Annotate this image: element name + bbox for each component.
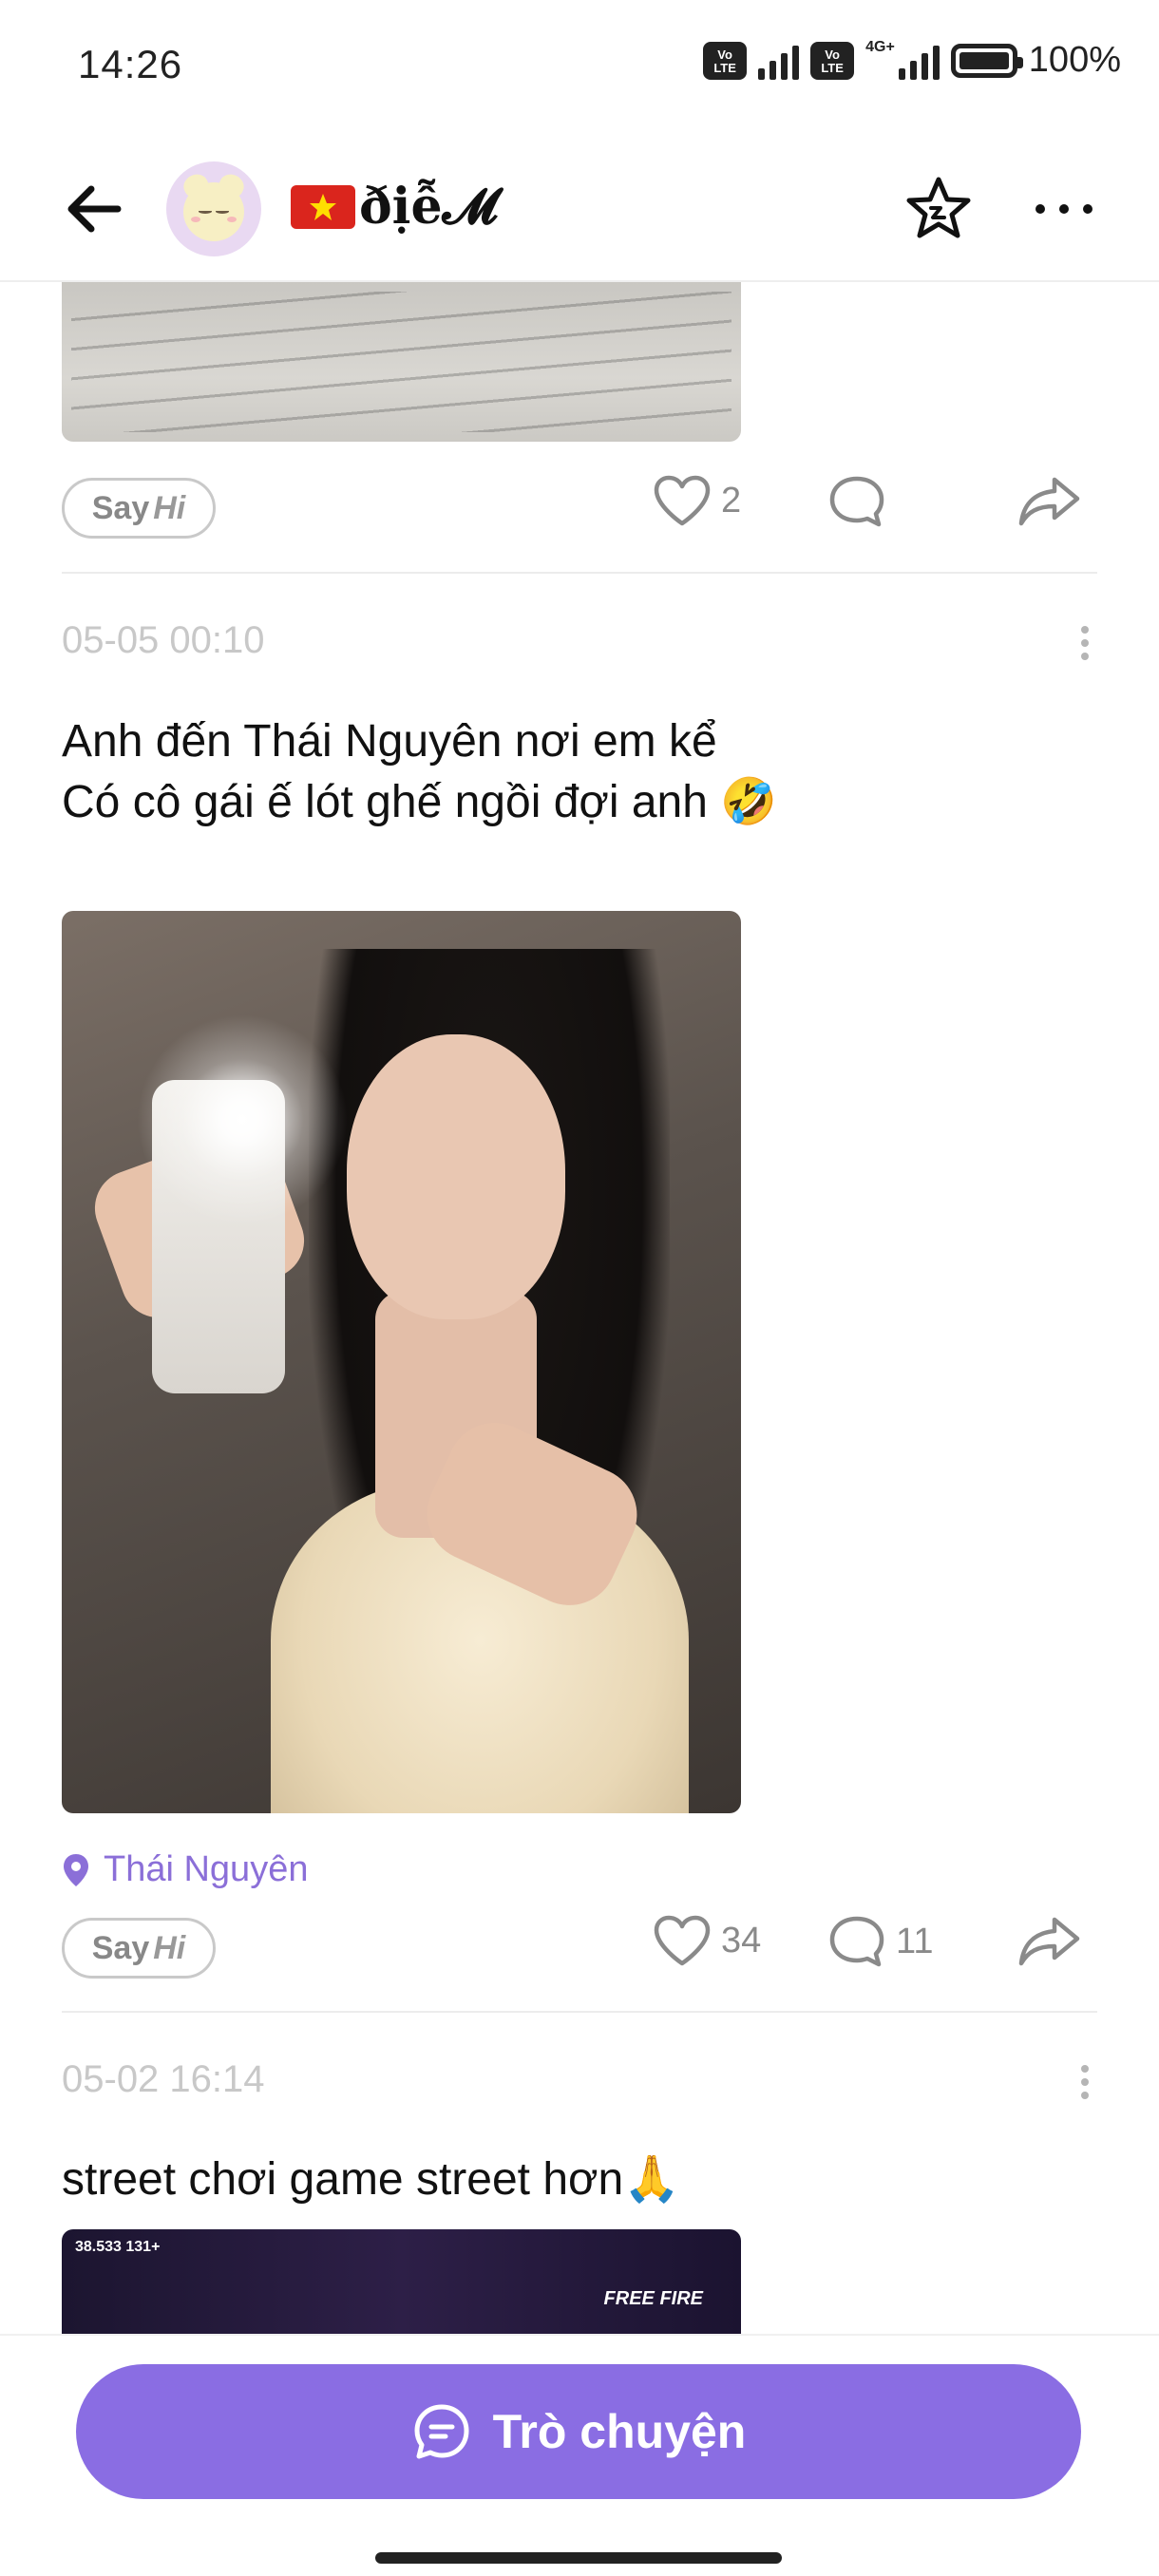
share-button[interactable] xyxy=(1016,1914,1083,1967)
username-text: ðịễ𝓜 xyxy=(359,178,498,236)
post-feed[interactable]: Say Hi 2 05-05 00:10 Anh đến Thái Nguyên … xyxy=(0,282,1159,2334)
more-options-icon[interactable] xyxy=(1031,190,1097,228)
comment-count: 11 xyxy=(896,1921,934,1961)
username: ðịễ𝓜 xyxy=(291,178,498,237)
comment-icon xyxy=(829,476,884,527)
location-text: Thái Nguyên xyxy=(104,1849,309,1889)
comment-button[interactable]: 11 xyxy=(827,1914,933,1969)
clock: 14:26 xyxy=(78,42,183,86)
chat-button-label: Trò chuyện xyxy=(492,2405,747,2458)
home-indicator[interactable] xyxy=(375,2552,782,2564)
post-date: 05-05 00:10 xyxy=(62,619,265,661)
vietnam-flag-icon xyxy=(291,185,355,229)
signal-icon xyxy=(758,42,800,80)
location-pin-icon xyxy=(64,1853,88,1886)
chat-bubble-icon xyxy=(414,2404,469,2459)
comment-icon xyxy=(829,1916,884,1967)
like-count: 34 xyxy=(721,1920,762,1960)
status-bar: 14:26 Vo LTE Vo LTE 4G+ 100% xyxy=(0,0,1159,138)
game-hud: 38.533 131+ xyxy=(75,2239,161,2255)
chat-button[interactable]: Trò chuyện xyxy=(76,2364,1081,2499)
share-button[interactable] xyxy=(1016,474,1083,527)
post-photo[interactable] xyxy=(62,911,741,1813)
comment-button[interactable] xyxy=(827,474,886,529)
share-arrow-icon xyxy=(1018,1917,1080,1966)
volte-icon: Vo LTE xyxy=(810,41,855,80)
heart-icon xyxy=(654,1915,711,1966)
divider xyxy=(62,572,1097,574)
say-hi-button[interactable]: Say Hi xyxy=(62,478,216,539)
profile-header: ðịễ𝓜 xyxy=(0,138,1159,282)
like-count: 2 xyxy=(721,480,742,521)
bottom-bar: Trò chuyện xyxy=(0,2334,1159,2576)
battery-level: 100% xyxy=(1028,40,1121,80)
divider xyxy=(62,2011,1097,2013)
post-menu-icon[interactable] xyxy=(1079,2065,1091,2103)
post-actions: Say Hi 34 11 xyxy=(62,1914,1097,1980)
game-logo: FREE FIRE xyxy=(603,2288,703,2309)
status-icons: Vo LTE Vo LTE 4G+ 100% xyxy=(703,38,1121,81)
like-button[interactable]: 34 xyxy=(653,1914,761,1967)
post-image[interactable] xyxy=(62,282,741,442)
heart-icon xyxy=(654,475,711,526)
post-image[interactable]: 38.533 131+ FREE FIRE xyxy=(62,2229,741,2334)
say-hi-button[interactable]: Say Hi xyxy=(62,1918,216,1979)
volte-icon: Vo LTE xyxy=(703,41,748,80)
like-button[interactable]: 2 xyxy=(653,474,741,527)
post-actions: Say Hi 2 xyxy=(62,474,1097,540)
favorite-star-icon[interactable] xyxy=(904,174,973,242)
post-location[interactable]: Thái Nguyên xyxy=(62,1849,308,1890)
battery-icon xyxy=(950,43,1023,78)
share-arrow-icon xyxy=(1018,477,1080,526)
signal-icon xyxy=(898,42,940,80)
post-date: 05-02 16:14 xyxy=(62,2058,265,2100)
post-text: Anh đến Thái Nguyên nơi em kể Có cô gái … xyxy=(62,716,778,827)
avatar[interactable] xyxy=(166,161,261,256)
network-type: 4G+ xyxy=(865,38,895,55)
back-arrow-icon[interactable] xyxy=(61,176,127,242)
post-text: street chơi game street hơn🙏 xyxy=(62,2154,680,2205)
post-menu-icon[interactable] xyxy=(1079,626,1091,664)
